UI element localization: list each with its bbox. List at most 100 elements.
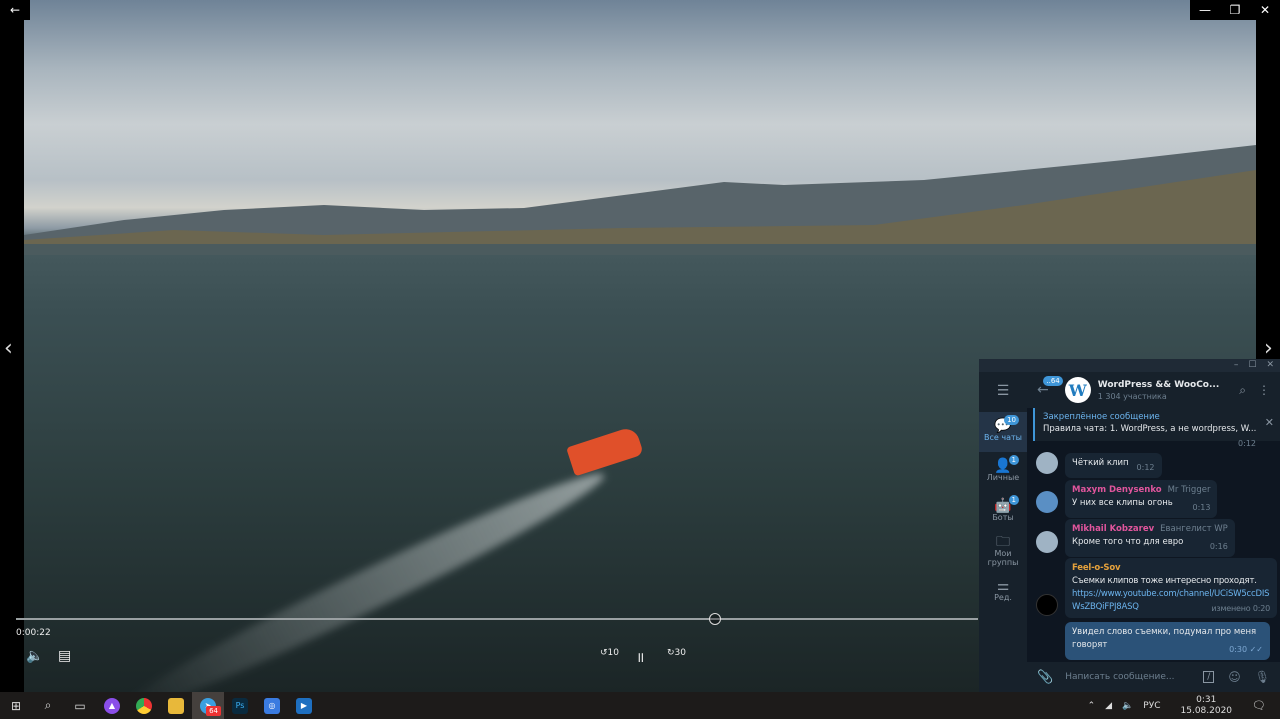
author-role: Евангелист WP (1160, 524, 1228, 534)
message-time: 0:12 (1136, 463, 1155, 472)
message-text: У них все клипы огонь (1072, 498, 1173, 508)
subtitles-icon[interactable]: ▤ (58, 648, 71, 664)
message-text: Съемки клипов тоже интересно проходят. (1072, 576, 1257, 586)
telegram-app[interactable]: ➤64 (192, 692, 224, 719)
start-button[interactable]: ⊞ (0, 692, 32, 719)
minimize-button[interactable]: — (1190, 0, 1220, 20)
volume-icon[interactable]: 🔈 (1122, 701, 1133, 711)
author-role: Mr Trigger (1167, 485, 1211, 495)
language-indicator[interactable]: РУС (1143, 701, 1160, 711)
telegram-badge: 64 (206, 706, 221, 716)
pinned-message[interactable]: Закреплённое сообщение Правила чата: 1. … (1033, 408, 1280, 441)
commands-icon[interactable]: / (1203, 671, 1215, 683)
taskbar: ⊞ ⌕ ▭ ▲ ➤64 Ps ◎ ▶ ⌃ ◢ 🔈 РУС 0:3115.08.2… (0, 692, 1280, 719)
folder-badge: 10 (1004, 415, 1019, 425)
pause-button[interactable]: ॥ (636, 648, 644, 667)
close-button[interactable]: ✕ (1250, 0, 1280, 20)
folder-label: Боты (992, 513, 1014, 522)
message-composer: 📎 Написать сообщение... / ☺ 🎙 (1027, 662, 1280, 692)
chat-title: WordPress && WooCo... (1097, 379, 1220, 390)
emoji-icon[interactable]: ☺ (1228, 670, 1241, 684)
avatar[interactable] (1036, 491, 1058, 513)
folder-bots[interactable]: 🤖 Боты 1 (979, 492, 1027, 532)
message-author[interactable]: Feel-o-Sov (1072, 563, 1121, 573)
back-button[interactable]: ← (0, 0, 30, 20)
photoshop-app[interactable]: Ps (224, 692, 256, 719)
microphone-icon[interactable]: 🎙 (1255, 670, 1270, 684)
system-tray: ⌃ ◢ 🔈 РУС 0:31 15.08.2020 🗨 (1088, 692, 1280, 719)
message-time: 0:13 (1192, 503, 1211, 512)
rewind-button[interactable]: ↺10 (600, 648, 619, 658)
boat-wake (109, 457, 613, 692)
menu-icon[interactable]: ☰ (979, 372, 1027, 412)
clock[interactable]: 0:31 15.08.2020 (1181, 695, 1233, 717)
chevron-up-icon[interactable]: ⌃ (1088, 701, 1096, 711)
folder-label: Все чаты (984, 433, 1022, 442)
message-time: 0:30 ✓✓ (1229, 645, 1263, 654)
tg-close[interactable]: ✕ (1266, 359, 1274, 372)
person-icon: 👤 (994, 458, 1012, 474)
message-author[interactable]: Maxym Denysenko (1072, 485, 1162, 495)
pinned-title: Закреплённое сообщение (1043, 412, 1160, 422)
volume-icon[interactable]: 🔈 (26, 648, 43, 664)
folder-all-chats[interactable]: 💬 Все чаты 10 (979, 412, 1027, 452)
forward-label: 30 (674, 648, 686, 658)
message: Feel-o-Sov Съемки клипов тоже интересно п… (1065, 558, 1277, 618)
network-icon[interactable]: ◢ (1105, 701, 1112, 711)
rewind-label: 10 (607, 648, 619, 658)
notifications-icon[interactable]: 🗨 (1252, 699, 1266, 712)
message-input[interactable]: Написать сообщение... (1065, 672, 1203, 682)
forward-button[interactable]: ↻30 (667, 648, 686, 658)
message-text: Чёткий клип (1072, 458, 1129, 468)
seek-bar[interactable] (16, 618, 978, 620)
message-time: 0:16 (1209, 542, 1228, 551)
message: Mikhail Kobzarev Евангелист WP Кроме того … (1065, 519, 1235, 557)
prev-arrow-icon[interactable]: ‹ (4, 336, 13, 361)
app-circle[interactable]: ◎ (256, 692, 288, 719)
movies-app[interactable]: ▶ (288, 692, 320, 719)
explorer-app[interactable] (160, 692, 192, 719)
folder-icon: 🗀 (996, 533, 1010, 550)
task-view-button[interactable]: ▭ (64, 692, 96, 719)
outgoing-message: Увидел слово съемки, подумал про меня го… (1065, 622, 1270, 660)
alice-app[interactable]: ▲ (96, 692, 128, 719)
close-pin-icon[interactable]: ✕ (1265, 416, 1274, 429)
tg-titlebar: – ☐ ✕ (979, 359, 1280, 372)
avatar[interactable] (1036, 531, 1058, 553)
restore-button[interactable]: ❐ (1220, 0, 1250, 20)
message-text: Кроме того что для евро (1072, 537, 1184, 547)
telegram-window: – ☐ ✕ ☰ 💬 Все чаты 10 👤 Личные 1 🤖 Боты 1 🗀 Мои… (979, 359, 1280, 692)
folder-edit[interactable]: ⚌ Ред. (979, 572, 1027, 612)
chrome-app[interactable] (128, 692, 160, 719)
current-time: 0:00:22 (16, 628, 51, 638)
pinned-text: Правила чата: 1. WordPress, а не wordpre… (1043, 424, 1257, 434)
folder-label: Личные (986, 473, 1020, 482)
back-arrow-icon[interactable]: ← ..64 (1037, 376, 1063, 398)
chat-header[interactable]: ← ..64 W WordPress && WooCo... 1 304 учас… (1027, 372, 1280, 408)
chat-avatar: W (1064, 377, 1091, 403)
sliders-icon: ⚌ (996, 578, 1010, 594)
avatar[interactable] (1036, 594, 1058, 616)
chat-subtitle: 1 304 участника (1097, 391, 1167, 401)
folder-label: Мои группы (987, 548, 1019, 567)
message-time: изменено 0:20 (1211, 604, 1270, 613)
folder-label: Ред. (994, 593, 1012, 602)
search-icon[interactable]: ⌕ (1239, 383, 1246, 398)
next-arrow-icon[interactable]: › (1264, 336, 1273, 361)
avatar[interactable] (1036, 452, 1058, 474)
tg-maximize[interactable]: ☐ (1248, 359, 1256, 372)
folder-my-groups[interactable]: 🗀 Мои группы (979, 532, 1027, 572)
mountains (24, 145, 1256, 255)
attach-icon[interactable]: 📎 (1037, 670, 1053, 685)
folder-personal[interactable]: 👤 Личные 1 (979, 452, 1027, 492)
read-check-icon: ✓✓ (1249, 645, 1263, 654)
more-icon[interactable]: ⋮ (1258, 383, 1270, 397)
message: Чёткий клип 0:12 (1065, 453, 1162, 478)
message-author[interactable]: Mikhail Kobzarev (1072, 524, 1154, 534)
bot-icon: 🤖 (994, 498, 1012, 514)
folder-badge: 1 (1008, 495, 1019, 505)
tg-minimize[interactable]: – (1234, 359, 1239, 372)
folder-sidebar: ☰ 💬 Все чаты 10 👤 Личные 1 🤖 Боты 1 🗀 Мои групп… (979, 372, 1027, 692)
message: Maxym Denysenko Mr Trigger У них все клипы… (1065, 480, 1218, 518)
search-button[interactable]: ⌕ (32, 692, 64, 719)
